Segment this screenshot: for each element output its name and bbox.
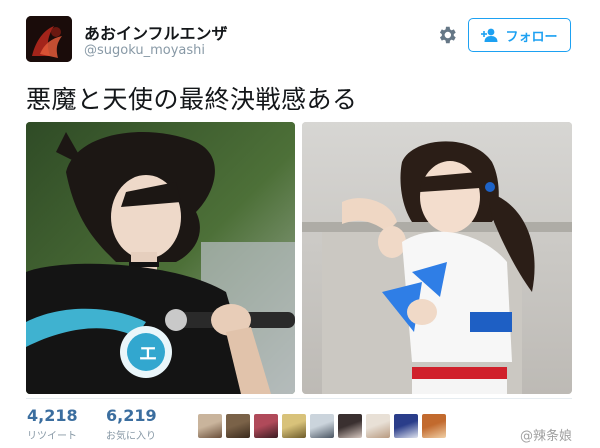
follow-label: フォロー [505, 29, 558, 45]
liker-avatar[interactable] [394, 414, 418, 438]
user-avatar[interactable] [26, 16, 72, 62]
retweet-stat[interactable]: 4,218 リツイート [27, 406, 78, 442]
gear-icon[interactable] [436, 24, 458, 46]
svg-text:エ: エ [139, 344, 157, 365]
liker-avatar[interactable] [226, 414, 250, 438]
user-handle[interactable]: @sugoku_moyashi [84, 43, 205, 58]
retweet-label: リツイート [27, 431, 77, 442]
avatar-image [26, 16, 72, 62]
liker-avatar[interactable] [282, 414, 306, 438]
like-stat[interactable]: 6,219 お気に入り [106, 406, 157, 442]
liker-avatar[interactable] [198, 414, 222, 438]
photo-right[interactable] [302, 122, 572, 394]
liker-avatar[interactable] [338, 414, 362, 438]
like-count: 6,219 [106, 406, 157, 425]
liker-avatar[interactable] [254, 414, 278, 438]
liker-avatar[interactable] [422, 414, 446, 438]
watermark: @辣条娘 [520, 429, 573, 444]
like-label: お気に入り [106, 431, 156, 442]
liker-avatar[interactable] [366, 414, 390, 438]
photo-right-image [302, 122, 572, 394]
display-name[interactable]: あおインフルエンザ [84, 20, 228, 44]
tweet-text: 悪魔と天使の最終決戦感ある [26, 85, 358, 114]
liker-avatar[interactable] [310, 414, 334, 438]
photo-left-image: エ [26, 122, 295, 394]
photo-left[interactable]: エ [26, 122, 295, 394]
retweet-count: 4,218 [27, 406, 78, 425]
liker-avatars [198, 414, 446, 438]
follow-button[interactable]: フォロー [468, 18, 571, 52]
stats-divider [26, 398, 572, 399]
add-user-icon [481, 28, 498, 42]
